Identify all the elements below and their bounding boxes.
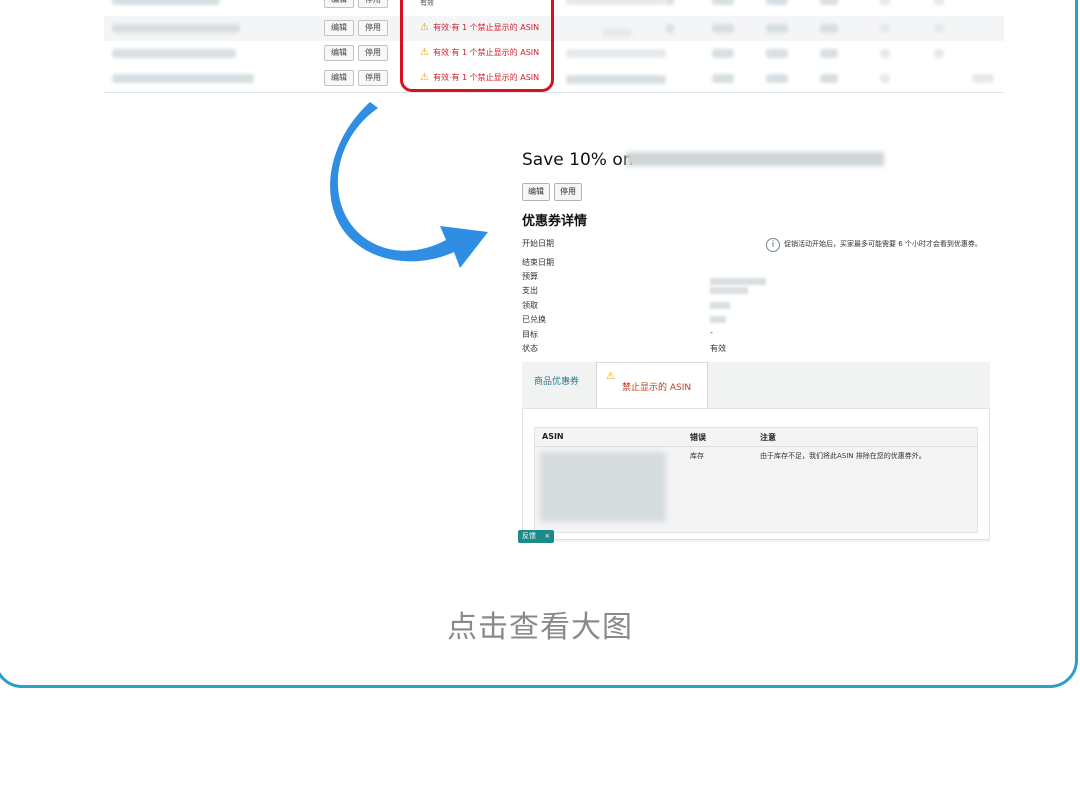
warning-icon: ⚠ [606, 371, 615, 382]
coupon-detail-panel: Save 10% on 编辑 停用 优惠券详情 i 促销活动开始后，买家最多可能… [508, 140, 1008, 545]
coupon-name-blur [112, 0, 220, 5]
cell-blur [820, 24, 838, 33]
cell-blur [712, 24, 734, 33]
edit-button[interactable]: 编辑 [324, 70, 354, 86]
cell-blur [712, 74, 734, 83]
value-blur [710, 316, 726, 323]
coupon-table: 有效 编辑 停用 编辑 停用 ⚠有效·有 1 个禁止显示的 ASIN 编辑 停用 [104, 0, 1004, 100]
field-end-date: 结束日期 [522, 258, 554, 267]
cell-blur [566, 75, 666, 84]
cell-blur [566, 49, 666, 58]
cell-blur [766, 49, 788, 58]
coupon-title-blur [626, 152, 884, 166]
cell-blur [766, 24, 788, 33]
header-rule [534, 446, 978, 447]
cell-blur [602, 28, 632, 37]
cell-blur [766, 0, 788, 5]
header-error: 错误 [690, 433, 706, 442]
cell-blur [934, 0, 944, 5]
field-redeemed: 已兑换 [522, 315, 546, 324]
header-asin: ASIN [542, 432, 564, 441]
cell-blur [880, 24, 890, 33]
disable-button[interactable]: 停用 [554, 183, 582, 201]
section-title: 优惠券详情 [522, 214, 588, 229]
cell-blur [666, 0, 674, 5]
cell-blur [820, 49, 838, 58]
info-icon: i [766, 238, 780, 252]
table-row: 编辑 停用 ⚠ 有效·有 1 个禁止显示的 ASIN [104, 41, 1004, 66]
disable-button[interactable]: 停用 [358, 70, 388, 86]
cell-blur [712, 0, 734, 5]
cell-blur [880, 49, 890, 58]
cell-blur [712, 49, 734, 58]
row-error: 库存 [690, 452, 704, 460]
disable-button[interactable]: 停用 [358, 45, 388, 61]
feedback-button[interactable]: 反馈 × [518, 530, 555, 543]
cell-blur [880, 74, 890, 83]
target-value: - [710, 328, 713, 337]
value-blur [710, 287, 748, 294]
view-large-image-caption[interactable]: 点击查看大图 [0, 602, 1080, 646]
field-target: 目标 [522, 330, 538, 339]
value-blur [710, 278, 766, 285]
status-value: 有效 [710, 344, 726, 353]
coupon-title: Save 10% on [522, 150, 634, 170]
table-row: 编辑 停用 ⚠ 有效·有 1 个禁止显示的 ASIN [104, 16, 1004, 41]
curved-arrow-icon [330, 102, 488, 268]
cell-blur [972, 74, 994, 83]
cell-blur [820, 0, 838, 5]
cell-blur [766, 74, 788, 83]
info-note: 促销活动开始后，买家最多可能需要 6 个小时才会看到优惠券。 [784, 240, 982, 248]
tab-suppressed-asin-label: 禁止显示的 ASIN [622, 383, 692, 393]
field-start-date: 开始日期 [522, 239, 554, 248]
asin-list-blur [540, 452, 666, 522]
budget-blur [566, 0, 666, 5]
disable-button[interactable]: 停用 [358, 0, 388, 8]
field-status: 状态 [522, 344, 538, 353]
table-row: 编辑 停用 [104, 0, 1004, 13]
edit-button[interactable]: 编辑 [324, 45, 354, 61]
cell-blur [666, 24, 674, 33]
tab-product-coupons[interactable]: 商品优惠券 [534, 374, 579, 387]
field-spend: 支出 [522, 286, 538, 295]
cell-blur [820, 74, 838, 83]
feedback-label: 反馈 [522, 532, 536, 540]
field-budget: 预算 [522, 272, 538, 281]
header-note: 注意 [760, 433, 776, 442]
coupon-name-blur [112, 49, 236, 58]
cell-blur [880, 0, 890, 5]
cell-blur [934, 24, 944, 33]
edit-button[interactable]: 编辑 [522, 183, 550, 201]
cell-blur [934, 49, 944, 58]
warning-highlight-box [400, 0, 554, 92]
edit-button[interactable]: 编辑 [324, 0, 354, 8]
coupon-name-blur [112, 24, 240, 33]
table-bottom-rule [104, 92, 1004, 93]
field-claimed: 领取 [522, 301, 538, 310]
row-note: 由于库存不足，我们将此ASIN 排除在您的优惠券外。 [760, 452, 926, 460]
table-row: 编辑 停用 ⚠ 有效·有 1 个禁止显示的 ASIN [104, 66, 1004, 91]
disable-button[interactable]: 停用 [358, 20, 388, 36]
close-icon[interactable]: × [544, 532, 550, 540]
edit-button[interactable]: 编辑 [324, 20, 354, 36]
value-blur [710, 302, 730, 309]
coupon-name-blur [112, 74, 254, 83]
